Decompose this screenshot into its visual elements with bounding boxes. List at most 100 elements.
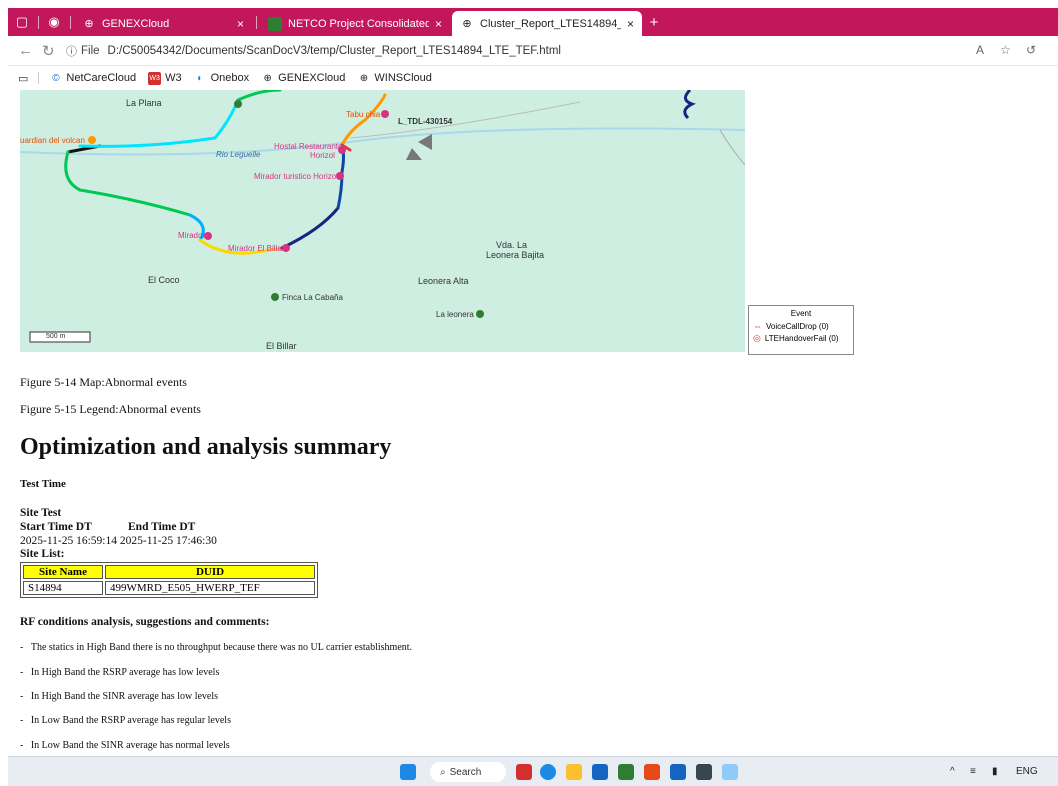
bookmarks-bar: ▭ © NetCareCloud W3 W3 ◐ Onebox ⊕ GENEXC… [8, 66, 1058, 90]
file-explorer-icon[interactable] [566, 764, 582, 780]
site-list-heading: Site List: [20, 548, 65, 560]
poi-label: uardian del volcan [20, 136, 85, 145]
tab-netco[interactable]: NETCO Project Consolidated RF E × [260, 11, 450, 36]
site-table: Site Name DUID S14894 499WMRD_E505_HWERP… [20, 562, 318, 598]
list-item: - In Low Band the RSRP average has regul… [20, 715, 231, 726]
poi-label: Mirador turistico Horizol [254, 172, 339, 181]
map-label: Vda. La [496, 240, 528, 250]
onebox-icon: ◐ [197, 72, 204, 84]
site-test-heading: Site Test [20, 507, 62, 519]
drive-test-map[interactable]: La Plana L_TDL-430154 El Coco Leonera Al… [20, 90, 745, 352]
powerpoint-icon[interactable] [644, 764, 660, 780]
event-legend: Event ⇔ VoiceCallDrop (0) ◎ LTEHandoverFai… [748, 305, 854, 355]
address-prefix: File [81, 45, 100, 57]
list-item: - The statics in High Band there is no t… [20, 642, 413, 653]
sidebar-icon[interactable]: ▭ [18, 72, 28, 85]
legend-title: Event [790, 309, 812, 318]
network-icon[interactable]: ≡ [970, 766, 976, 777]
close-tab-icon[interactable]: × [237, 17, 244, 31]
tab-actions-icon[interactable]: ▢ [12, 8, 32, 36]
terminal-icon[interactable] [696, 764, 712, 780]
whatsapp-icon[interactable]: ◉ [44, 8, 64, 36]
list-item: - In High Band the SINR average has low … [20, 691, 219, 702]
globe-icon: ⊕ [359, 72, 369, 84]
excel-icon [268, 16, 282, 31]
globe-icon: ⊕ [84, 18, 94, 30]
test-times: 2025-11-25 16:59:14 2025-11-25 17:46:30 [20, 535, 217, 547]
edge-icon[interactable] [540, 764, 556, 780]
column-header: Site Name [23, 565, 103, 579]
chevron-up-icon[interactable]: ^ [950, 766, 955, 777]
netcare-icon: © [52, 72, 60, 84]
bookmark-onebox[interactable]: ◐ Onebox [194, 72, 249, 85]
tab-cluster-report[interactable]: ⊕ Cluster_Report_LTES14894_LTE_TE × [452, 11, 642, 36]
start-icon[interactable] [400, 764, 416, 780]
excel-icon[interactable] [618, 764, 634, 780]
tab-strip: ▢ ◉ ⊕ GENEXCloud × NETCO Project Consoli… [8, 8, 1058, 36]
rf-heading: RF conditions analysis, suggestions and … [20, 616, 270, 628]
refresh-icon[interactable]: ↻ [42, 42, 55, 60]
page-heading: Optimization and analysis summary [20, 434, 392, 460]
bookmark-netcarecloud[interactable]: © NetCareCloud [49, 72, 136, 85]
table-cell: 499WMRD_E505_HWERP_TEF [105, 581, 315, 595]
bookmark-w3[interactable]: W3 W3 [148, 71, 182, 85]
app-icon[interactable] [722, 764, 738, 780]
map-label: La Plana [126, 98, 162, 108]
poi-label: La leonera [436, 310, 474, 319]
globe-icon: ⊕ [263, 72, 272, 84]
favorite-star-icon[interactable]: ☆ [1000, 43, 1011, 57]
globe-icon: ⊕ [462, 18, 472, 30]
search-icon: ⌕ [440, 766, 446, 778]
back-icon[interactable]: ← [18, 42, 33, 59]
map-label: Leonera Alta [418, 276, 469, 286]
poi-label: Mirador El Billar [228, 244, 285, 253]
legend-item: ⇔ VoiceCallDrop (0) [753, 321, 829, 331]
list-item: - In High Band the RSRP average has low … [20, 667, 220, 678]
map-label: El Coco [148, 275, 180, 285]
browser-window: ▢ ◉ ⊕ GENEXCloud × NETCO Project Consoli… [8, 8, 1058, 786]
table-cell: S14894 [23, 581, 103, 595]
extensions-icon[interactable]: ↺ [1026, 43, 1036, 57]
tab-genexcloud[interactable]: ⊕ GENEXCloud × [74, 11, 252, 36]
poi-label: Finca La Cabaña [282, 293, 343, 302]
volume-icon[interactable]: ▮ [992, 766, 998, 777]
word-icon[interactable] [670, 764, 686, 780]
poi-label: Tabu chia [346, 110, 381, 119]
bookmark-genexcloud[interactable]: ⊕ GENEXCloud [261, 72, 345, 85]
info-icon[interactable]: ⓘ [66, 43, 77, 59]
close-tab-icon[interactable]: × [627, 17, 634, 31]
w3-icon: W3 [148, 71, 162, 85]
figure-caption: Figure 5-15 Legend:Abnormal events [20, 402, 201, 416]
read-aloud-icon[interactable]: A [976, 43, 984, 57]
list-item: - In Low Band the SINR average has norma… [20, 740, 230, 751]
start-time-label: Start Time DT [20, 521, 92, 533]
address-row: ← ↻ ⓘ File D:/C50054342/Documents/ScanDo… [8, 36, 1058, 66]
river-label: Rio Leguelle [216, 150, 261, 159]
map-label: El Billar [266, 341, 297, 351]
end-time-label: End Time DT [128, 521, 196, 533]
map-canvas [20, 90, 745, 343]
site-sector-icon [406, 134, 432, 160]
table-row: S14894 499WMRD_E505_HWERP_TEF [23, 581, 315, 595]
column-header: DUID [105, 565, 315, 579]
close-tab-icon[interactable]: × [435, 17, 442, 31]
figure-caption: Figure 5-14 Map:Abnormal events [20, 375, 187, 389]
taskbar: ⌕ Search ^ ≡ ▮ ENG [8, 756, 1058, 786]
page-content: La Plana L_TDL-430154 El Coco Leonera Al… [8, 90, 1058, 756]
new-tab-button[interactable]: + [644, 8, 664, 36]
scale-label: 500 m [46, 333, 66, 340]
app-icon[interactable] [516, 764, 532, 780]
table-header-row: Site Name DUID [23, 565, 315, 579]
poi-label: Hostal Restaurante [274, 142, 343, 151]
address-bar[interactable]: ⓘ File D:/C50054342/Documents/ScanDocV3/… [66, 40, 666, 62]
poi-label: Horizol [310, 151, 335, 160]
taskbar-search[interactable]: ⌕ Search [430, 762, 506, 782]
poi-label: Mirador [178, 231, 206, 240]
url-text: D:/C50054342/Documents/ScanDocV3/temp/Cl… [107, 45, 561, 57]
site-label: L_TDL-430154 [398, 117, 453, 126]
legend-item: ◎ LTEHandoverFail (0) [753, 333, 839, 343]
voice-call-drop-icon: ⇔ [753, 321, 762, 331]
outlook-icon[interactable] [592, 764, 608, 780]
language-indicator[interactable]: ENG [1016, 766, 1038, 777]
bookmark-winscloud[interactable]: ⊕ WINSCloud [357, 72, 432, 85]
